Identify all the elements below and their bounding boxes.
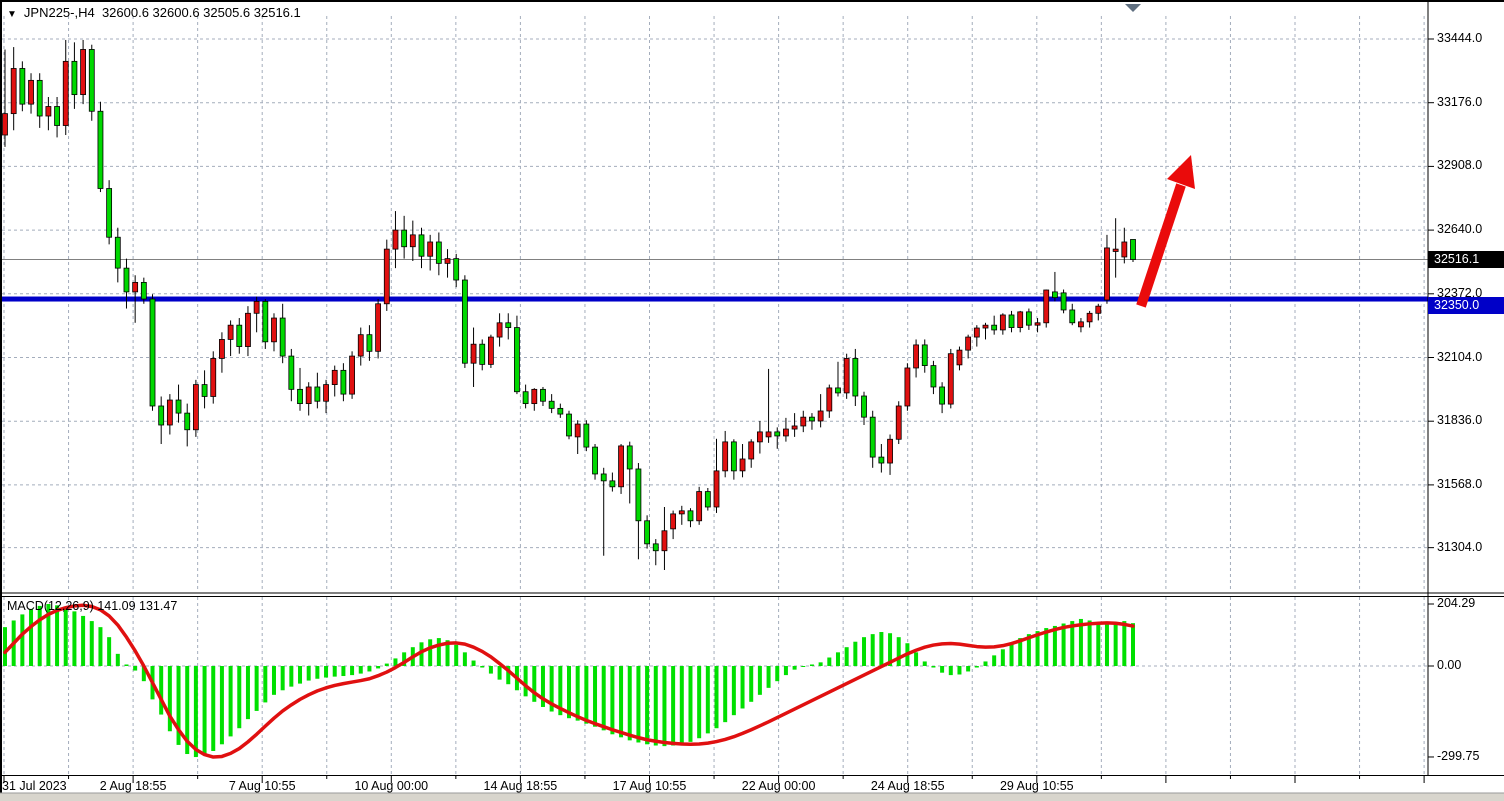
macd-axis-label: -299.75 [1437, 749, 1479, 763]
macd-axis-label: 204.29 [1437, 596, 1475, 610]
symbol-quote-overlay: ▼ JPN225-,H4 32600.6 32600.6 32505.6 3251… [7, 5, 301, 20]
time-axis-label: 24 Aug 18:55 [871, 779, 945, 793]
level-price-tag: 32350.0 [1428, 297, 1504, 314]
time-axis[interactable]: 31 Jul 2023 2 Aug 18:55 7 Aug 10:55 10 Aug … [0, 775, 1504, 801]
macd-axis[interactable]: 204.29 0.00 -299.75 [1428, 0, 1504, 775]
trading-chart-window: ▼ JPN225-,H4 32600.6 32600.6 32505.6 3251… [0, 0, 1504, 801]
time-axis-label: 22 Aug 00:00 [742, 779, 816, 793]
chart-shift-marker-icon[interactable] [1125, 4, 1141, 12]
time-axis-label: 31 Jul 2023 [2, 779, 67, 793]
symbol-timeframe-label: JPN225-,H4 [24, 5, 95, 20]
symbol-dropdown-icon: ▼ [7, 9, 17, 20]
time-axis-label: 14 Aug 18:55 [484, 779, 558, 793]
time-axis-label: 17 Aug 10:55 [613, 779, 687, 793]
time-axis-label: 10 Aug 00:00 [354, 779, 428, 793]
macd-name: MACD(12,26,9) [7, 599, 94, 613]
candlestick-chart-canvas[interactable] [0, 0, 1504, 801]
macd-values: 141.09 131.47 [97, 599, 177, 613]
time-axis-label: 7 Aug 10:55 [229, 779, 296, 793]
time-axis-label: 2 Aug 18:55 [100, 779, 167, 793]
ohlc-values: 32600.6 32600.6 32505.6 32516.1 [102, 5, 301, 20]
macd-axis-label: 0.00 [1437, 658, 1461, 672]
time-axis-label: 29 Aug 10:55 [1000, 779, 1074, 793]
current-price-tag: 32516.1 [1428, 251, 1504, 268]
macd-indicator-label: MACD(12,26,9) 141.09 131.47 [7, 599, 177, 613]
